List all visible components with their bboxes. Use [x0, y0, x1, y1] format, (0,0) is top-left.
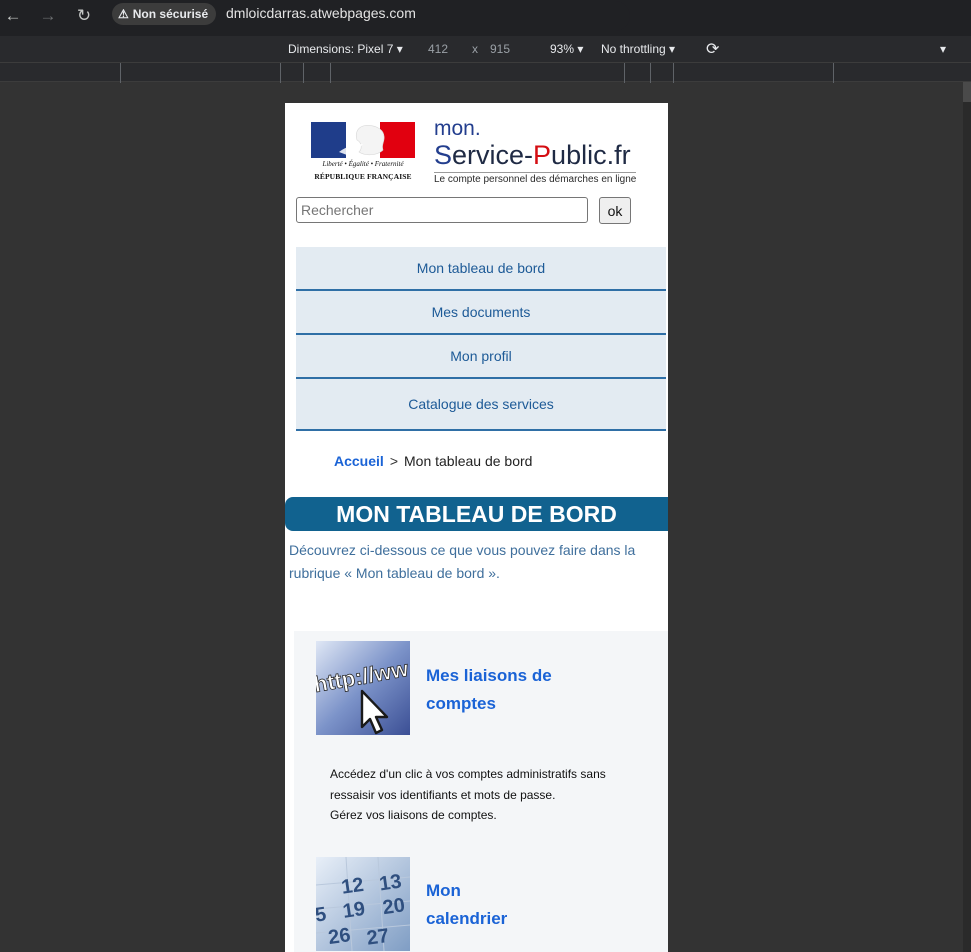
- svg-text:27: 27: [365, 925, 390, 950]
- logo-service-public: Service-Public.fr: [434, 140, 631, 170]
- breadcrumb: Accueil > Mon tableau de bord: [334, 453, 532, 469]
- calendar-image: 12 13 19 20 26 27 5: [316, 857, 410, 951]
- forward-arrow-icon[interactable]: →: [36, 4, 60, 28]
- svg-text:26: 26: [327, 924, 352, 949]
- rf-name: RÉPUBLIQUE FRANÇAISE: [314, 172, 412, 181]
- warning-icon: ⚠: [118, 7, 129, 21]
- more-options-icon[interactable]: ▾: [940, 42, 946, 56]
- service-title-calendrier[interactable]: Mon calendrier: [426, 877, 586, 933]
- logo-tagline: Le compte personnel des démarches en lig…: [434, 172, 637, 185]
- svg-text:20: 20: [381, 894, 406, 919]
- marianne-icon: [339, 125, 385, 156]
- breadcrumb-separator: >: [389, 453, 398, 469]
- reload-icon[interactable]: ↻: [72, 4, 96, 28]
- svg-text:13: 13: [378, 871, 403, 896]
- back-arrow-icon[interactable]: ←: [1, 4, 25, 28]
- width-input[interactable]: 412: [428, 42, 448, 56]
- scrollbar-thumb[interactable]: [963, 82, 971, 102]
- device-viewport: Liberté • Égalité • Fraternité RÉPUBLIQU…: [285, 103, 668, 952]
- page-title: MON TABLEAU DE BORD: [285, 497, 668, 531]
- media-query-ruler: [0, 62, 971, 83]
- zoom-dropdown[interactable]: 93% ▾: [550, 42, 583, 56]
- http-link-image: http://ww: [316, 641, 410, 735]
- service-public-logo[interactable]: mon. Service-Public.fr Le compte personn…: [434, 117, 664, 187]
- main-nav: Mon tableau de bord Mes documents Mon pr…: [296, 247, 666, 431]
- marianne-flag-icon: [311, 122, 415, 158]
- calendar-icon[interactable]: 12 13 19 20 26 27 5: [316, 857, 410, 951]
- devtools-device-toolbar: Dimensions: Pixel 7 ▾ 412 x 915 93% ▾ No…: [0, 36, 971, 62]
- height-input[interactable]: 915: [490, 42, 510, 56]
- security-label: Non sécurisé: [132, 7, 209, 21]
- search-ok-button[interactable]: ok: [599, 197, 631, 224]
- services-panel: http://ww Mes liaisons de comptes Accéde…: [294, 631, 668, 952]
- nav-item-profil[interactable]: Mon profil: [296, 335, 666, 379]
- svg-text:12: 12: [340, 874, 365, 899]
- browser-toolbar: ← → ↻ ⚠ Non sécurisé dmloicdarras.atwebpa…: [0, 0, 971, 36]
- dimensions-dropdown[interactable]: Dimensions: Pixel 7 ▾: [288, 42, 403, 56]
- rf-motto: Liberté • Égalité • Fraternité: [322, 160, 404, 168]
- nav-item-documents[interactable]: Mes documents: [296, 291, 666, 335]
- nav-item-tableau-de-bord[interactable]: Mon tableau de bord: [296, 247, 666, 291]
- times-sign: x: [472, 42, 478, 56]
- logo-mon: mon.: [434, 117, 481, 140]
- breadcrumb-current: Mon tableau de bord: [404, 453, 533, 469]
- search-input[interactable]: [296, 197, 588, 223]
- scrollbar[interactable]: [963, 82, 971, 952]
- url-text[interactable]: dmloicdarras.atwebpages.com: [226, 4, 416, 22]
- nav-item-catalogue[interactable]: Catalogue des services: [296, 379, 666, 431]
- throttling-dropdown[interactable]: No throttling ▾: [601, 42, 675, 56]
- breadcrumb-home-link[interactable]: Accueil: [334, 453, 384, 469]
- http-link-icon[interactable]: http://ww: [316, 641, 410, 735]
- republique-francaise-logo[interactable]: Liberté • Égalité • Fraternité RÉPUBLIQU…: [311, 122, 415, 186]
- security-badge[interactable]: ⚠ Non sécurisé: [112, 3, 217, 25]
- page-intro: Découvrez ci-dessous ce que vous pouvez …: [289, 542, 636, 581]
- rotate-icon[interactable]: ⟳: [706, 39, 719, 59]
- service-title-liaisons[interactable]: Mes liaisons de comptes: [426, 662, 586, 718]
- svg-text:19: 19: [341, 898, 366, 923]
- service-desc-liaisons: Accédez d'un clic à vos comptes administ…: [330, 767, 606, 822]
